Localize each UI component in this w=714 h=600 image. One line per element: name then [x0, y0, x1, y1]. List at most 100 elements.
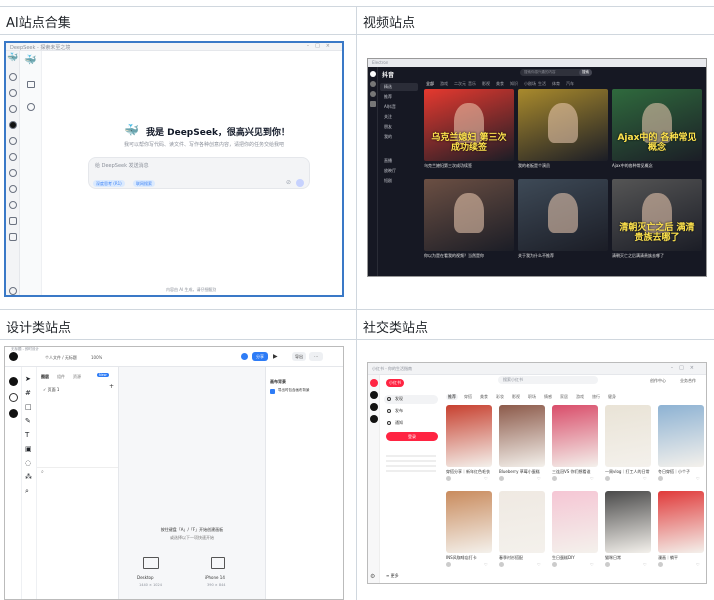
- deep-think-toggle[interactable]: 深度思考 (R1): [93, 180, 125, 187]
- zoom-level[interactable]: 100%: [91, 355, 102, 360]
- xhs-category-tab[interactable]: 美食: [478, 394, 490, 400]
- export-button[interactable]: 导出: [292, 352, 306, 361]
- video-card[interactable]: 乌克兰媳妇 第三次成功续签: [424, 89, 514, 161]
- xhs-category-tab[interactable]: 穿搭: [462, 394, 474, 400]
- rail-app-icon[interactable]: [9, 393, 18, 402]
- video-caption[interactable]: 我的老板是个演员: [518, 163, 608, 169]
- douyin-side-item[interactable]: 关注: [380, 113, 418, 121]
- xhs-logo[interactable]: 小红书: [386, 379, 404, 387]
- douyin-tab[interactable]: 二次元: [454, 81, 466, 87]
- xhs-category-tab[interactable]: 情感: [542, 394, 554, 400]
- rail-app-icon[interactable]: [370, 403, 378, 411]
- layers-tab[interactable]: 图层: [41, 374, 49, 380]
- douyin-logo[interactable]: 抖音: [382, 70, 394, 79]
- douyin-side-item[interactable]: 朋友: [380, 123, 418, 131]
- settings-icon[interactable]: ⚙: [370, 573, 375, 580]
- douyin-side-item[interactable]: 推荐: [380, 93, 418, 101]
- xhs-note-card[interactable]: [658, 491, 704, 553]
- douyin-side-item[interactable]: 直播: [380, 157, 418, 165]
- author-avatar[interactable]: [499, 476, 504, 481]
- xhs-category-tab[interactable]: 游戏: [574, 394, 586, 400]
- window-controls[interactable]: –□×: [671, 365, 700, 371]
- douyin-search-button[interactable]: 搜索: [579, 69, 592, 76]
- video-card[interactable]: [518, 89, 608, 161]
- xhs-search-box[interactable]: 搜索小红书: [498, 376, 598, 384]
- design-canvas[interactable]: 按住键盘「A」/「F」开始创建画板 或选择以下一项快速开始 Desktop 14…: [119, 367, 265, 599]
- video-caption[interactable]: 关于我为什么不推荐: [518, 253, 608, 259]
- douyin-search-box[interactable]: 搜索你感兴趣的内容 搜索: [520, 69, 592, 76]
- creator-center-link[interactable]: 创作中心: [650, 378, 666, 384]
- video-card[interactable]: [424, 179, 514, 251]
- mobile-preset-label[interactable]: iPhone 14: [205, 575, 225, 580]
- xhs-note-card[interactable]: [605, 491, 651, 553]
- author-avatar[interactable]: [552, 476, 557, 481]
- xhs-note-card[interactable]: [446, 491, 492, 553]
- chat-input-box[interactable]: 给 DeepSeek 发送消息 深度思考 (R1) 联网搜索 ⊘: [88, 157, 310, 189]
- rail-app-icon[interactable]: [370, 81, 376, 87]
- xhs-category-tab[interactable]: 彩妆: [494, 394, 506, 400]
- xhs-note-title[interactable]: 春季衬衫搭配: [499, 555, 545, 561]
- douyin-tab[interactable]: 影视: [482, 81, 490, 87]
- whale-logo-icon[interactable]: 🐳: [7, 53, 18, 63]
- like-icon[interactable]: ♡: [537, 476, 541, 481]
- ai-app-icon[interactable]: [9, 73, 17, 81]
- xhs-note-card[interactable]: [552, 491, 598, 553]
- xhs-note-card[interactable]: [552, 405, 598, 467]
- move-tool-icon[interactable]: ➤: [25, 375, 31, 383]
- author-avatar[interactable]: [499, 562, 504, 567]
- desktop-preset-icon[interactable]: [143, 557, 159, 569]
- douyin-side-item[interactable]: 放映厅: [380, 167, 418, 175]
- xhs-side-item[interactable]: 发布: [384, 407, 438, 416]
- like-icon[interactable]: ♡: [590, 562, 594, 567]
- ai-app-icon[interactable]: [9, 137, 17, 145]
- douyin-side-item[interactable]: AI抖音: [380, 103, 418, 111]
- like-icon[interactable]: ♡: [643, 476, 647, 481]
- douyin-tab[interactable]: 知识: [510, 81, 518, 87]
- rail-app-icon[interactable]: [370, 101, 376, 107]
- xhs-category-tab[interactable]: 推荐: [446, 394, 458, 400]
- like-icon[interactable]: ♡: [484, 562, 488, 567]
- xhs-category-tab[interactable]: 家居: [558, 394, 570, 400]
- xhs-note-title[interactable]: 漫画｜躺平: [658, 555, 704, 561]
- xhs-note-title[interactable]: 冬日穿搭｜小个子: [658, 469, 704, 475]
- desktop-preset-label[interactable]: Desktop: [137, 575, 154, 580]
- frame-tool-icon[interactable]: #: [25, 389, 31, 397]
- xhs-note-title[interactable]: 一周vlog｜打工人的日常: [605, 469, 651, 475]
- xhs-side-item[interactable]: 通知: [384, 419, 438, 428]
- author-avatar[interactable]: [605, 476, 610, 481]
- douyin-side-item[interactable]: 短剧: [380, 177, 418, 185]
- window-controls[interactable]: –□×: [307, 43, 336, 49]
- include-bg-checkbox[interactable]: [270, 389, 275, 394]
- ai-app-icon[interactable]: [9, 233, 17, 241]
- layers-tab[interactable]: 资源: [73, 374, 81, 380]
- layer-search-icon[interactable]: ⌕: [41, 469, 44, 475]
- douyin-tab[interactable]: 小剧场: [524, 81, 536, 87]
- video-caption[interactable]: 你以为是在看我的视频？当然是你: [424, 253, 514, 259]
- ai-app-icon[interactable]: [9, 89, 17, 97]
- xhs-note-card[interactable]: [605, 405, 651, 467]
- douyin-tab[interactable]: 音乐: [468, 81, 476, 87]
- xhs-category-tab[interactable]: 健身: [606, 394, 618, 400]
- author-avatar[interactable]: [446, 476, 451, 481]
- web-search-toggle[interactable]: 联网搜索: [133, 180, 155, 187]
- douyin-tab[interactable]: 生活: [538, 81, 546, 87]
- video-caption[interactable]: Ajax中的各种常见概念: [612, 163, 702, 169]
- search-tool-icon[interactable]: ⌕: [25, 487, 29, 496]
- attach-icon[interactable]: ⊘: [286, 179, 291, 186]
- video-card[interactable]: Ajax中的 各种常见 概念: [612, 89, 702, 161]
- rail-app-icon[interactable]: [370, 415, 378, 423]
- video-caption[interactable]: 清朝灭亡之后满清贵族去哪了: [612, 253, 702, 259]
- user-avatar[interactable]: [241, 353, 248, 360]
- rail-app-icon[interactable]: [9, 409, 18, 418]
- ai-app-icon[interactable]: [9, 105, 17, 113]
- douyin-side-item[interactable]: 我的: [380, 133, 418, 141]
- xhs-category-tab[interactable]: 职场: [526, 394, 538, 400]
- douyin-tab[interactable]: 美食: [496, 81, 504, 87]
- author-avatar[interactable]: [552, 562, 557, 567]
- xhs-category-tab[interactable]: 影视: [510, 394, 522, 400]
- pen-tool-icon[interactable]: ✎: [25, 417, 31, 425]
- xhs-note-title[interactable]: 三连冠VS 你们想看谁: [552, 469, 598, 475]
- like-icon[interactable]: ♡: [484, 476, 488, 481]
- xhs-note-card[interactable]: [499, 491, 545, 553]
- rail-app-icon[interactable]: [370, 379, 378, 387]
